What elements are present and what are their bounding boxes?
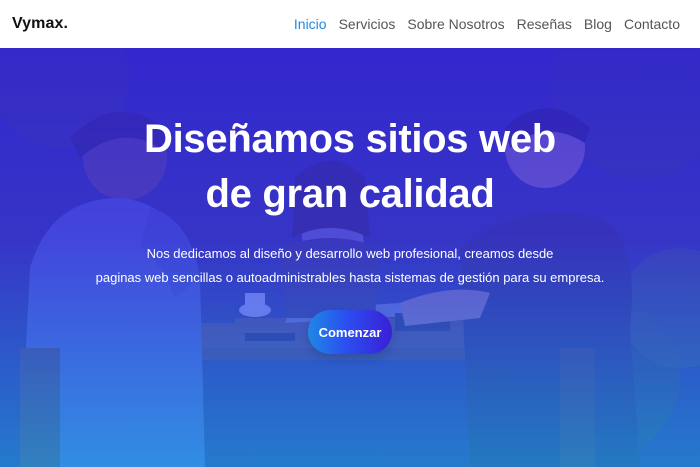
hero-description-line-1: Nos dedicamos al diseño y desarrollo web… [146,246,554,261]
nav-link-contacto[interactable]: Contacto [624,16,680,32]
hero-title-line-1: Diseñamos sitios web [144,117,556,161]
brand-logo[interactable]: Vymax. [12,15,68,33]
navbar: Vymax. Inicio Servicios Sobre Nosotros R… [0,0,700,48]
nav-link-servicios[interactable]: Servicios [339,16,396,32]
hero-content: Diseñamos sitios web de gran calidad Nos… [0,48,700,467]
hero-description: Nos dedicamos al diseño y desarrollo web… [96,242,605,290]
nav-menu: Inicio Servicios Sobre Nosotros Reseñas … [294,16,680,32]
comenzar-button[interactable]: Comenzar [308,310,392,354]
hero-title-line-2: de gran calidad [205,172,495,216]
hero-description-line-2: paginas web sencillas o autoadministrabl… [95,270,605,285]
nav-link-resenas[interactable]: Reseñas [517,16,572,32]
hero-section: Diseñamos sitios web de gran calidad Nos… [0,48,700,467]
hero-title: Diseñamos sitios web de gran calidad [144,112,556,222]
nav-link-inicio[interactable]: Inicio [294,16,327,32]
nav-link-blog[interactable]: Blog [584,16,612,32]
nav-link-sobre-nosotros[interactable]: Sobre Nosotros [407,16,504,32]
